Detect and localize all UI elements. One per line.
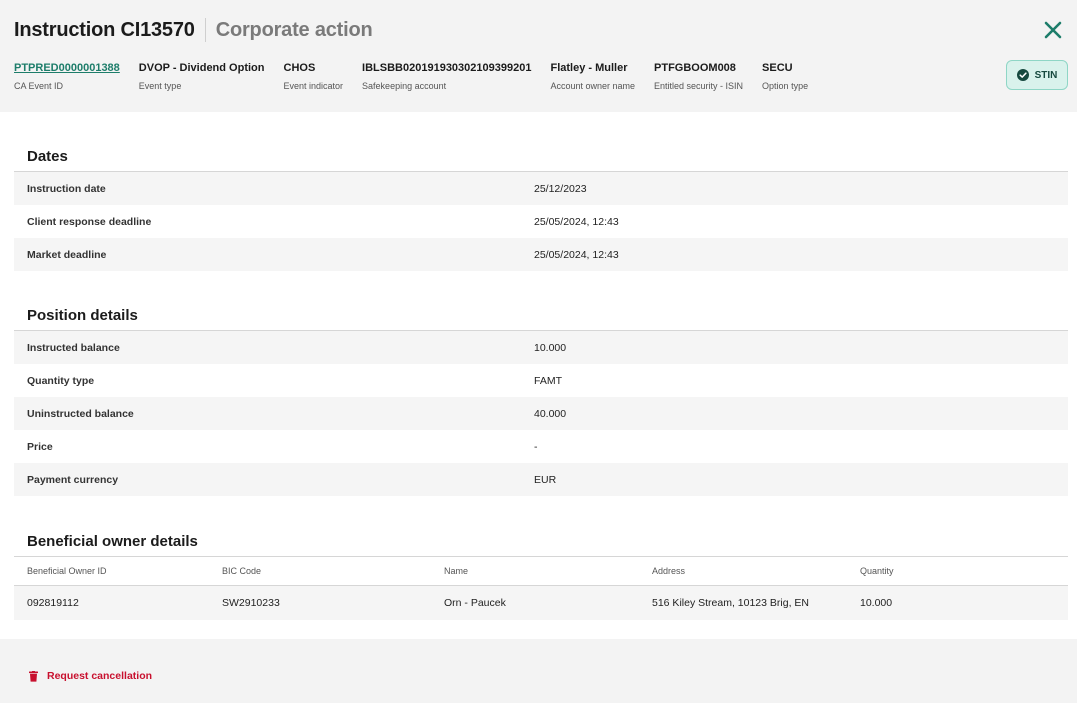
meta-value: CHOS [283, 62, 316, 74]
kv-key: Price [27, 440, 53, 453]
kv-key: Payment currency [27, 473, 119, 486]
meta-label: Event type [138, 81, 182, 91]
meta-value: IBLSBB020191930302109399201 [362, 62, 532, 74]
instruction-header: Instruction CI13570 Corporate action PTP… [0, 0, 1077, 112]
kv-row-quantity-type: Quantity type FAMT [14, 364, 1068, 397]
close-icon [1044, 21, 1062, 39]
meta-option-type: SECU Option type [762, 61, 808, 92]
meta-event-type: DVOP - Dividend Option Event type [139, 61, 265, 92]
column-header: Quantity [860, 566, 894, 576]
column-header: BIC Code [222, 566, 262, 576]
meta-value: Flatley - Muller [550, 62, 628, 74]
details-card: Dates Instruction date 25/12/2023 Client… [0, 112, 1077, 639]
meta-entitled-security: PTFGBOOM008 Entitled security - ISIN [654, 61, 743, 92]
ca-event-id-link[interactable]: PTPRED0000001388 [14, 61, 120, 75]
kv-key: Client response deadline [27, 215, 152, 228]
meta-safekeeping-account: IBLSBB020191930302109399201 Safekeeping … [362, 61, 531, 92]
kv-key: Uninstructed balance [27, 407, 134, 420]
meta-ca-event-id: PTPRED0000001388 CA Event ID [14, 61, 120, 92]
column-header: Name [444, 566, 469, 576]
request-cancellation-button[interactable]: Request cancellation [29, 670, 152, 682]
table-cell: 516 Kiley Stream, 10123 Brig, EN [652, 597, 809, 609]
kv-value: 40.000 [534, 407, 567, 420]
column-header: Address [652, 566, 686, 576]
kv-row-instructed-balance: Instructed balance 10.000 [14, 331, 1068, 364]
kv-value: EUR [534, 473, 557, 486]
meta-label: Account owner name [550, 81, 636, 91]
check-circle-icon [1016, 69, 1029, 81]
kv-key: Instruction date [27, 182, 106, 195]
kv-row-uninstructed-balance: Uninstructed balance 40.000 [14, 397, 1068, 430]
dates-section-title: Dates [27, 148, 68, 165]
meta-value: PTFGBOOM008 [654, 62, 736, 74]
kv-row-market-deadline: Market deadline 25/05/2024, 12:43 [14, 238, 1068, 271]
meta-label: Event indicator [283, 81, 344, 91]
beneficial-section-title: Beneficial owner details [27, 533, 198, 550]
request-cancellation-label: Request cancellation [47, 670, 153, 682]
title-divider [204, 18, 206, 42]
table-cell: SW2910233 [222, 597, 280, 609]
table-cell: Orn - Paucek [444, 597, 506, 609]
kv-key: Instructed balance [27, 341, 120, 354]
kv-value: 25/05/2024, 12:43 [534, 215, 619, 228]
meta-value: SECU [762, 62, 793, 74]
table-cell: 092819112 [27, 597, 79, 609]
table-row: 092819112 SW2910233 Orn - Paucek 516 Kil… [14, 586, 1068, 620]
status-badge: STIN [1006, 60, 1068, 90]
kv-value: 25/05/2024, 12:43 [534, 248, 619, 261]
page-title: Instruction CI13570 [14, 18, 195, 41]
kv-key: Quantity type [27, 374, 95, 387]
meta-label: Entitled security - ISIN [654, 81, 744, 91]
kv-value: - [534, 440, 538, 453]
kv-value: 10.000 [534, 341, 567, 354]
kv-value: 25/12/2023 [534, 182, 587, 195]
kv-row-instruction-date: Instruction date 25/12/2023 [14, 172, 1068, 205]
kv-key: Market deadline [27, 248, 107, 261]
meta-label: Option type [762, 81, 809, 91]
status-text: STIN [1034, 69, 1058, 81]
table-header-row: Beneficial Owner ID BIC Code Name Addres… [14, 557, 1068, 585]
kv-row-price: Price - [14, 430, 1068, 463]
title-row: Instruction CI13570 Corporate action [14, 18, 373, 42]
column-header: Beneficial Owner ID [27, 566, 107, 576]
close-button[interactable] [1041, 18, 1065, 42]
kv-row-payment-currency: Payment currency EUR [14, 463, 1068, 496]
meta-event-indicator: CHOS Event indicator [284, 61, 344, 92]
meta-account-owner: Flatley - Muller Account owner name [550, 61, 635, 92]
page-subtitle: Corporate action [215, 18, 373, 41]
meta-label: Safekeeping account [362, 81, 447, 91]
kv-value: FAMT [534, 374, 562, 387]
table-cell: 10.000 [860, 597, 893, 609]
meta-value: DVOP - Dividend Option [138, 62, 265, 74]
kv-row-client-deadline: Client response deadline 25/05/2024, 12:… [14, 205, 1068, 238]
position-section-title: Position details [27, 307, 138, 324]
trash-icon [29, 670, 38, 682]
meta-label: CA Event ID [14, 81, 64, 91]
event-meta: PTPRED0000001388 CA Event ID DVOP - Divi… [14, 61, 827, 92]
